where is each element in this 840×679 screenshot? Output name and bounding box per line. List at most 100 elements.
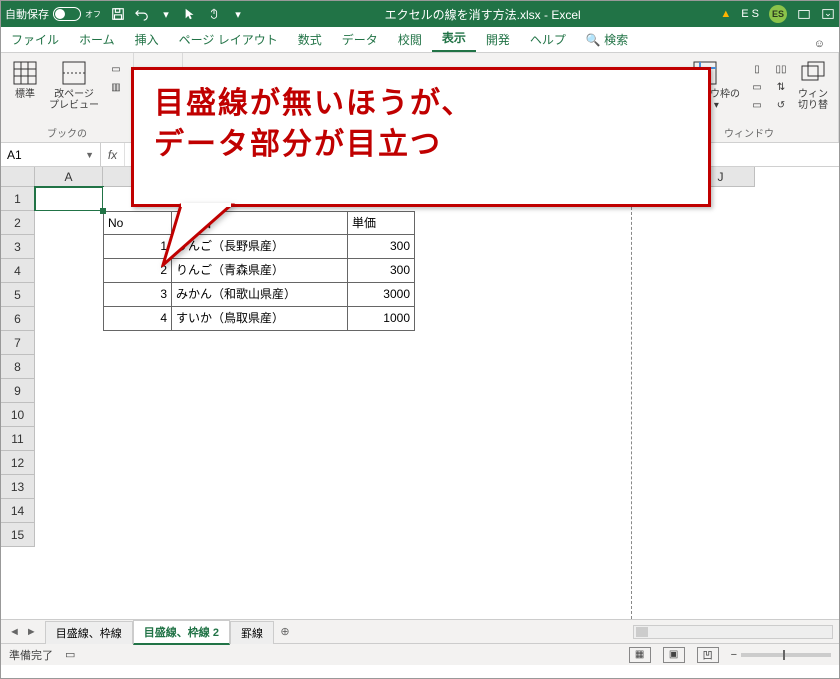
tab-insert[interactable]: 挿入	[125, 27, 169, 52]
add-sheet-button[interactable]: ⊕	[274, 625, 296, 638]
search-box[interactable]: 🔍 検索	[576, 27, 638, 52]
row-header[interactable]: 2	[1, 211, 35, 235]
cell[interactable]: みかん（和歌山県産）	[171, 283, 347, 307]
sheet-tab[interactable]: 目盛線、枠線	[45, 621, 133, 644]
select-all-corner[interactable]	[1, 167, 35, 187]
sheet-nav-next-icon[interactable]: ►	[26, 626, 37, 638]
cell[interactable]	[687, 259, 755, 283]
cell[interactable]	[687, 283, 755, 307]
view-side-button[interactable]: ▯▯	[772, 61, 790, 77]
row-header[interactable]: 12	[1, 451, 35, 475]
cell[interactable]	[619, 283, 687, 307]
cell-A1[interactable]	[35, 187, 103, 211]
share-button[interactable]: ☺	[806, 36, 833, 52]
tab-file[interactable]: ファイル	[1, 27, 69, 52]
row-header[interactable]: 11	[1, 427, 35, 451]
selection-handle[interactable]	[100, 208, 106, 214]
switch-windows-button[interactable]: ウィン 切り替	[796, 57, 830, 113]
pointer-icon[interactable]	[183, 7, 197, 21]
row-header[interactable]: 14	[1, 499, 35, 523]
row-header[interactable]: 6	[1, 307, 35, 331]
cell[interactable]	[483, 307, 551, 331]
ribbon-options-icon[interactable]	[821, 7, 835, 21]
cell[interactable]: 300	[347, 259, 415, 283]
cell[interactable]	[35, 211, 103, 235]
warning-icon[interactable]: ▲	[720, 8, 731, 20]
page-layout-view-button[interactable]: ▭	[107, 61, 125, 77]
qat-more-icon[interactable]: ▾	[231, 7, 245, 21]
cell[interactable]	[35, 259, 103, 283]
row-header[interactable]: 8	[1, 355, 35, 379]
tab-developer[interactable]: 開発	[476, 27, 520, 52]
zoom-out-icon[interactable]: −	[731, 649, 737, 661]
page-layout-view-icon[interactable]: ▣	[663, 647, 685, 663]
tab-help[interactable]: ヘルプ	[520, 27, 576, 52]
cell[interactable]	[619, 259, 687, 283]
cell[interactable]	[415, 235, 483, 259]
cell[interactable]	[687, 307, 755, 331]
row-header[interactable]: 15	[1, 523, 35, 547]
tab-page-layout[interactable]: ページ レイアウト	[169, 27, 288, 52]
touch-icon[interactable]	[207, 7, 221, 21]
row-header[interactable]: 3	[1, 235, 35, 259]
row-header[interactable]: 9	[1, 379, 35, 403]
col-header[interactable]: A	[35, 167, 103, 187]
cell[interactable]	[35, 283, 103, 307]
row-header[interactable]: 5	[1, 283, 35, 307]
row-header[interactable]: 13	[1, 475, 35, 499]
cell[interactable]	[483, 211, 551, 235]
cell[interactable]: 単価	[347, 211, 415, 235]
cell[interactable]: 1000	[347, 307, 415, 331]
cell[interactable]	[551, 235, 619, 259]
cell[interactable]: 300	[347, 235, 415, 259]
unhide-button[interactable]: ▭	[748, 97, 766, 113]
row-header[interactable]: 1	[1, 187, 35, 211]
row-header[interactable]: 4	[1, 259, 35, 283]
row-header[interactable]: 10	[1, 403, 35, 427]
cell[interactable]: 4	[103, 307, 171, 331]
simplify-ribbon-icon[interactable]	[797, 7, 811, 21]
sheet-tab-active[interactable]: 目盛線、枠線 2	[133, 620, 230, 645]
zoom-control[interactable]: −	[731, 649, 831, 661]
cell[interactable]	[415, 307, 483, 331]
name-box[interactable]: A1 ▼	[1, 143, 101, 166]
cell[interactable]	[619, 307, 687, 331]
cell[interactable]	[687, 235, 755, 259]
cell[interactable]: 3000	[347, 283, 415, 307]
cell[interactable]: 3	[103, 283, 171, 307]
macro-record-icon[interactable]: ▭	[65, 648, 75, 661]
cell[interactable]	[687, 211, 755, 235]
cell[interactable]	[483, 235, 551, 259]
undo-icon[interactable]	[135, 7, 149, 21]
cell[interactable]	[551, 259, 619, 283]
reset-pos-button[interactable]: ↺	[772, 97, 790, 113]
horizontal-scrollbar[interactable]	[633, 625, 833, 639]
page-break-preview-button[interactable]: 改ページ プレビュー	[47, 57, 101, 113]
sync-scroll-button[interactable]: ⇅	[772, 79, 790, 95]
tab-home[interactable]: ホーム	[69, 27, 125, 52]
spreadsheet-grid[interactable]: A B C D E F G H I J 1 2 No 商品名 単価 3 1 りん…	[1, 167, 839, 619]
tab-data[interactable]: データ	[332, 27, 388, 52]
hide-button[interactable]: ▭	[748, 79, 766, 95]
cell[interactable]	[551, 307, 619, 331]
cell[interactable]	[35, 307, 103, 331]
tab-review[interactable]: 校閲	[388, 27, 432, 52]
sheet-tab[interactable]: 罫線	[230, 621, 274, 644]
zoom-slider[interactable]	[741, 653, 831, 657]
cell[interactable]	[619, 211, 687, 235]
cell[interactable]: すいか（鳥取県産）	[171, 307, 347, 331]
normal-view-icon[interactable]: ▦	[629, 647, 651, 663]
cell[interactable]	[551, 211, 619, 235]
tab-view[interactable]: 表示	[432, 25, 476, 52]
cell[interactable]	[415, 259, 483, 283]
cell[interactable]	[415, 283, 483, 307]
cell[interactable]	[415, 211, 483, 235]
save-icon[interactable]	[111, 7, 125, 21]
redo-icon[interactable]: ▾	[159, 7, 173, 21]
cell[interactable]	[35, 235, 103, 259]
cell[interactable]	[619, 235, 687, 259]
normal-view-button[interactable]: 標準	[9, 57, 41, 102]
cell[interactable]	[483, 259, 551, 283]
autosave-toggle[interactable]: 自動保存 オフ	[5, 6, 101, 22]
row-header[interactable]: 7	[1, 331, 35, 355]
